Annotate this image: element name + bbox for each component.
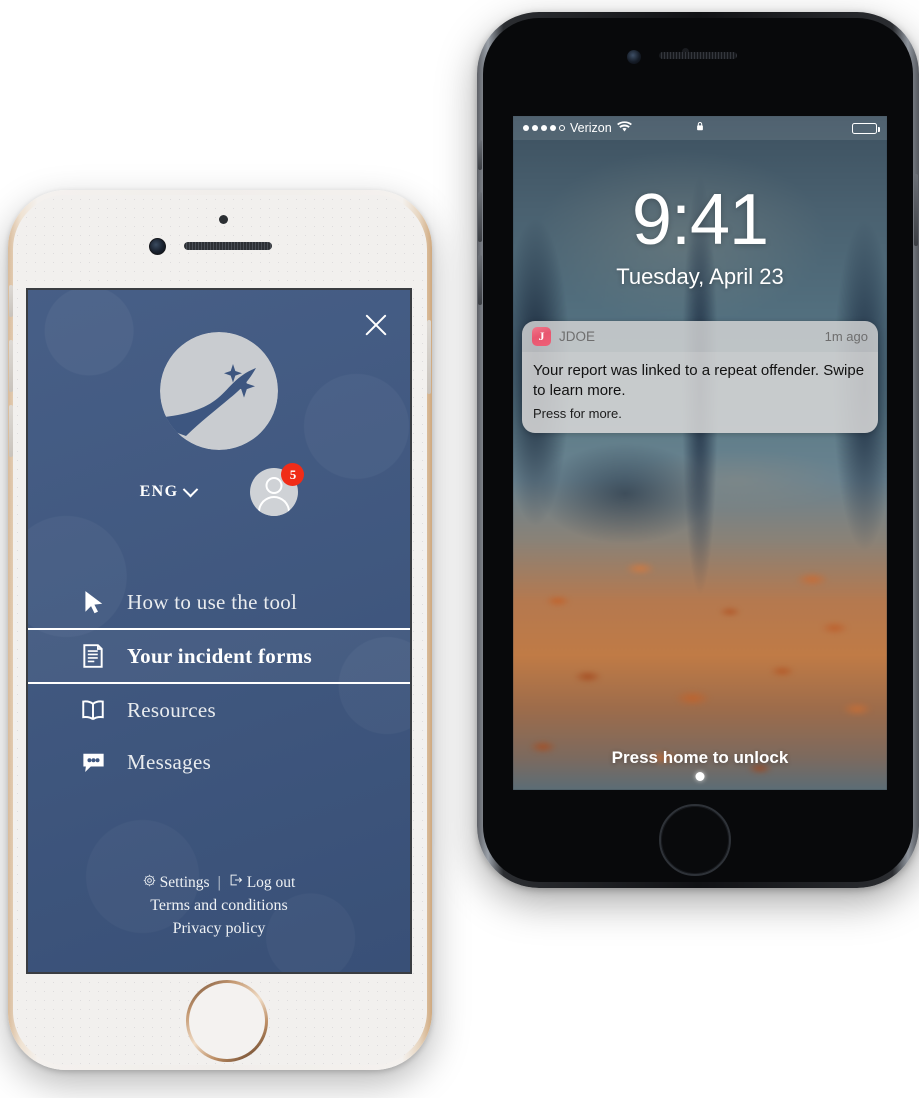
clock-time: 9:41: [631, 180, 769, 260]
notification-header: J JDOE 1m ago: [522, 321, 878, 352]
lock-screen-clock: 9:41 Tuesday, April 23: [513, 180, 887, 290]
sidebar-item-resources[interactable]: Resources: [28, 684, 410, 736]
front-camera-icon: [627, 50, 641, 64]
notification-card[interactable]: J JDOE 1m ago Your report was linked to …: [522, 321, 878, 433]
notification-badge: 5: [281, 463, 305, 486]
app-icon: J: [532, 327, 551, 346]
notification-message: Your report was linked to a repeat offen…: [533, 362, 865, 399]
sidebar-item-label: Messages: [127, 749, 212, 774]
avatar-head: [265, 477, 283, 494]
sidebar-item-messages[interactable]: Messages: [28, 736, 410, 788]
sidebar-item-label: How to use the tool: [127, 589, 298, 614]
language-selector[interactable]: ENG: [139, 481, 199, 501]
document-lines-icon: [78, 641, 108, 671]
footer-links: Settings | Log out Terms and conditions …: [28, 873, 410, 938]
language-value: ENG: [139, 483, 179, 500]
volume-up-button[interactable]: [9, 340, 13, 392]
lock-screen: Verizon 9:41 Tuesday, April 23 J JDOE 1m…: [513, 116, 887, 790]
sidebar-item-your-incident-forms[interactable]: Your incident forms: [28, 628, 410, 684]
right-phone-device: Verizon 9:41 Tuesday, April 23 J JDOE 1m…: [477, 12, 919, 888]
home-indicator-dot: [695, 772, 705, 781]
carrier-label: Verizon: [570, 121, 612, 135]
volume-down-button[interactable]: [478, 255, 482, 305]
left-phone-device: ENG 5 How to use the tool Your incident …: [8, 190, 432, 1070]
notification-subtext: Press for more.: [533, 405, 622, 421]
left-phone-screen: ENG 5 How to use the tool Your incident …: [28, 290, 410, 972]
lock-icon: [694, 120, 706, 136]
unlock-hint-label: Press home to unlock: [611, 748, 789, 767]
account-avatar-button[interactable]: 5: [250, 463, 305, 516]
power-button[interactable]: [914, 174, 918, 246]
home-button[interactable]: [186, 980, 268, 1062]
signal-strength-icon: [523, 125, 565, 131]
cursor-arrow-icon: [78, 587, 108, 617]
volume-up-button[interactable]: [478, 192, 482, 242]
battery-full-icon: [852, 122, 880, 134]
terms-link[interactable]: Terms and conditions: [28, 897, 410, 915]
avatar-torso: [258, 496, 291, 516]
speech-bubble-icon: [78, 747, 108, 777]
logout-label: Log out: [246, 873, 296, 891]
earpiece-speaker: [659, 52, 737, 59]
earpiece-speaker: [184, 242, 272, 250]
front-camera-icon: [149, 238, 166, 255]
sidebar-nav: How to use the tool Your incident forms: [28, 576, 410, 788]
logout-arrow-icon: [229, 873, 243, 892]
settings-label: Settings: [159, 873, 210, 891]
language-and-account-row: ENG 5: [28, 463, 410, 516]
brand-logo: [160, 332, 278, 450]
footer-primary-row: Settings | Log out: [28, 873, 410, 892]
power-button[interactable]: [427, 320, 431, 394]
sidebar-item-label: Your incident forms: [127, 643, 312, 668]
gear-icon: [143, 874, 156, 892]
footer-separator: |: [217, 873, 221, 891]
wifi-icon: [616, 120, 632, 136]
status-bar-left: Verizon: [523, 120, 632, 136]
notification-app-name: JDOE: [559, 329, 596, 344]
chevron-down-icon: [183, 481, 199, 497]
close-icon[interactable]: [359, 308, 393, 342]
sidebar-item-how-to-use[interactable]: How to use the tool: [28, 576, 410, 628]
mute-switch[interactable]: [9, 285, 13, 317]
clock-date: Tuesday, April 23: [616, 264, 784, 290]
sidebar-item-label: Resources: [127, 697, 217, 722]
settings-link[interactable]: Settings: [143, 874, 210, 892]
proximity-sensor-icon: [219, 215, 228, 224]
home-button[interactable]: [659, 804, 731, 876]
notification-timestamp: 1m ago: [824, 329, 868, 344]
volume-down-button[interactable]: [9, 405, 13, 457]
status-bar-right: [852, 122, 880, 134]
open-book-icon: [78, 695, 108, 725]
logout-link[interactable]: Log out: [229, 873, 296, 892]
mute-switch[interactable]: [478, 140, 482, 170]
status-bar: Verizon: [513, 116, 887, 140]
privacy-link[interactable]: Privacy policy: [28, 920, 410, 938]
notification-body: Your report was linked to a repeat offen…: [522, 352, 878, 433]
